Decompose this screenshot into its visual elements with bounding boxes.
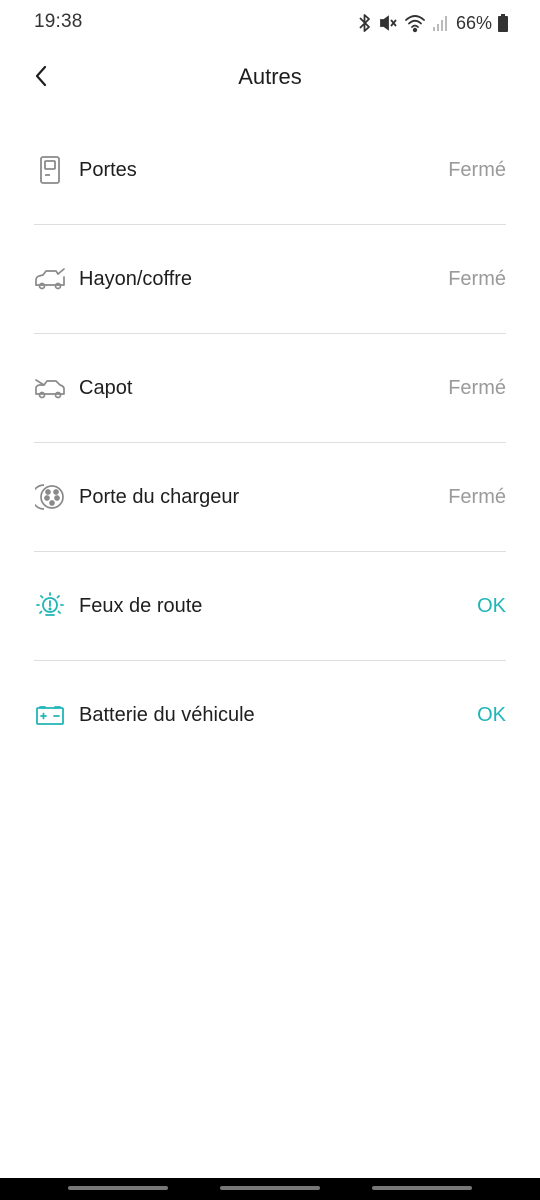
list-item-value: Fermé: [448, 376, 506, 399]
status-icons: 66%: [358, 10, 508, 36]
list-item-doors[interactable]: Portes Fermé: [34, 116, 506, 225]
signal-icon: [432, 14, 448, 32]
headlight-warning-icon: [34, 590, 66, 622]
bluetooth-icon: [358, 13, 372, 33]
list-item-label: Capot: [79, 376, 133, 399]
system-nav-bar: [0, 1178, 540, 1200]
list-item-headlights[interactable]: Feux de route OK: [34, 552, 506, 661]
nav-home-handle[interactable]: [220, 1186, 320, 1190]
status-time: 19:38: [34, 11, 83, 32]
header: Autres: [0, 46, 540, 110]
battery-percent: 66%: [455, 12, 492, 33]
nav-back-handle[interactable]: [372, 1186, 472, 1190]
page-title: Autres: [238, 64, 302, 89]
battery-icon: [498, 14, 508, 32]
door-icon: [34, 154, 66, 186]
list-item-label: Portes: [79, 158, 137, 181]
list-item-label: Porte du chargeur: [79, 485, 240, 508]
list-item-value: Fermé: [448, 485, 506, 508]
charge-port-icon: [34, 481, 66, 513]
car-trunk-icon: [34, 263, 66, 295]
mute-vibrate-icon: [378, 13, 398, 33]
car-battery-icon: [34, 699, 66, 731]
list-item-value: Fermé: [448, 267, 506, 290]
status-bar: 19:38 66%: [0, 0, 540, 46]
wifi-icon: [404, 13, 426, 33]
list-item-hood[interactable]: Capot Fermé: [34, 334, 506, 443]
nav-recents-handle[interactable]: [68, 1186, 168, 1190]
list-item-charge-port[interactable]: Porte du chargeur Fermé: [34, 443, 506, 552]
car-hood-icon: [34, 372, 66, 404]
status-list: Portes Fermé Hayon/coffre Fermé Capot Fe…: [34, 116, 506, 769]
list-item-value: OK: [477, 703, 506, 726]
list-item-trunk[interactable]: Hayon/coffre Fermé: [34, 225, 506, 334]
list-item-value: Fermé: [448, 158, 506, 181]
list-item-label: Hayon/coffre: [79, 267, 193, 290]
list-item-value: OK: [477, 594, 506, 617]
list-item-label: Feux de route: [79, 594, 203, 617]
list-item-label: Batterie du véhicule: [79, 703, 255, 726]
list-item-battery[interactable]: Batterie du véhicule OK: [34, 661, 506, 769]
